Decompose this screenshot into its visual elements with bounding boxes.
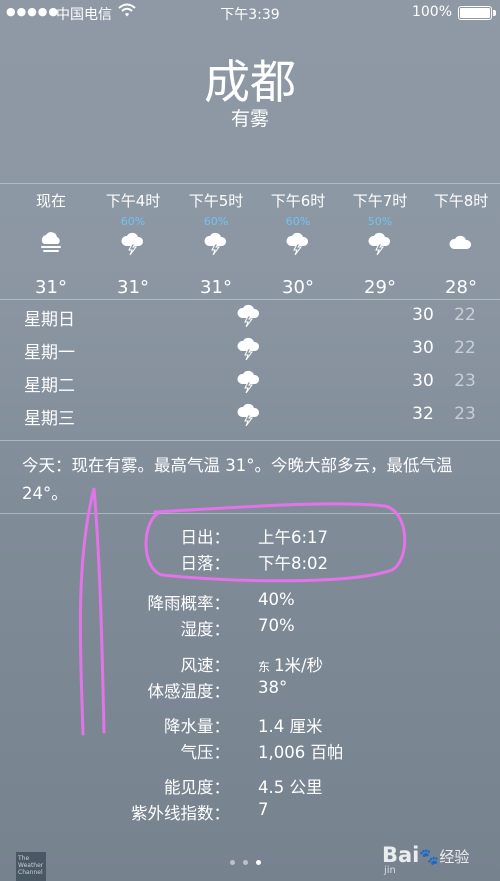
annotation-arrow — [78, 487, 106, 736]
annotation-overlay — [78, 487, 407, 736]
baidu-watermark: Bai🐾经验 — [382, 843, 469, 867]
watermark-text: Bai — [382, 843, 420, 867]
annotation-circle — [144, 502, 407, 583]
watermark-paw-icon: 🐾 — [419, 847, 440, 866]
page-dot[interactable] — [230, 860, 235, 865]
page-indicator[interactable] — [230, 860, 261, 865]
page-dot[interactable] — [243, 860, 248, 865]
page-dot-active[interactable] — [256, 860, 261, 865]
weather-channel-logo[interactable]: The Weather Channel — [16, 852, 46, 881]
watermark-tail: 经验 — [439, 848, 470, 866]
watermark-subtext: jin — [384, 865, 396, 876]
